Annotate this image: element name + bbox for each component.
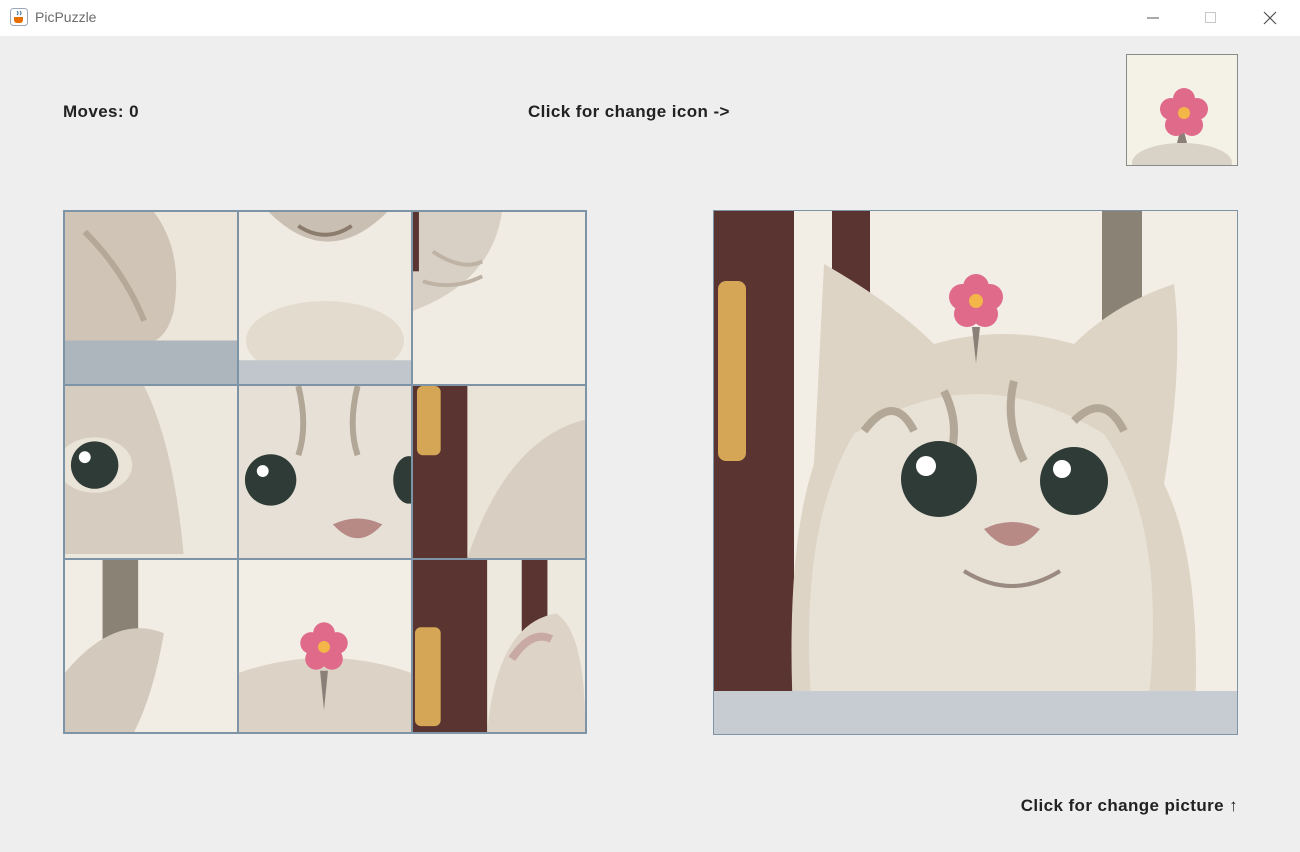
puzzle-tile[interactable]	[238, 211, 412, 385]
icon-preview-button[interactable]	[1126, 54, 1238, 166]
change-icon-label[interactable]: Click for change icon ->	[528, 102, 730, 122]
puzzle-tile[interactable]	[412, 559, 586, 733]
reference-picture[interactable]	[713, 210, 1238, 735]
maximize-icon	[1205, 12, 1216, 23]
moves-counter: Moves: 0	[63, 102, 139, 121]
puzzle-tile[interactable]	[64, 559, 238, 733]
puzzle-board	[63, 210, 587, 734]
puzzle-tile[interactable]	[238, 385, 412, 559]
puzzle-tile[interactable]	[412, 211, 586, 385]
maximize-button[interactable]	[1182, 0, 1240, 36]
puzzle-tile[interactable]	[64, 211, 238, 385]
puzzle-tile[interactable]	[412, 385, 586, 559]
puzzle-tile[interactable]	[238, 559, 412, 733]
minimize-icon	[1147, 17, 1159, 19]
close-icon	[1263, 11, 1277, 25]
title-bar: PicPuzzle	[0, 0, 1300, 36]
change-picture-label[interactable]: Click for change picture ↑	[1021, 796, 1238, 816]
flower-icon	[1127, 55, 1237, 165]
close-button[interactable]	[1241, 0, 1299, 36]
puzzle-tile[interactable]	[64, 385, 238, 559]
java-cup-icon	[10, 8, 28, 26]
minimize-button[interactable]	[1124, 0, 1182, 36]
window-title: PicPuzzle	[35, 9, 97, 25]
